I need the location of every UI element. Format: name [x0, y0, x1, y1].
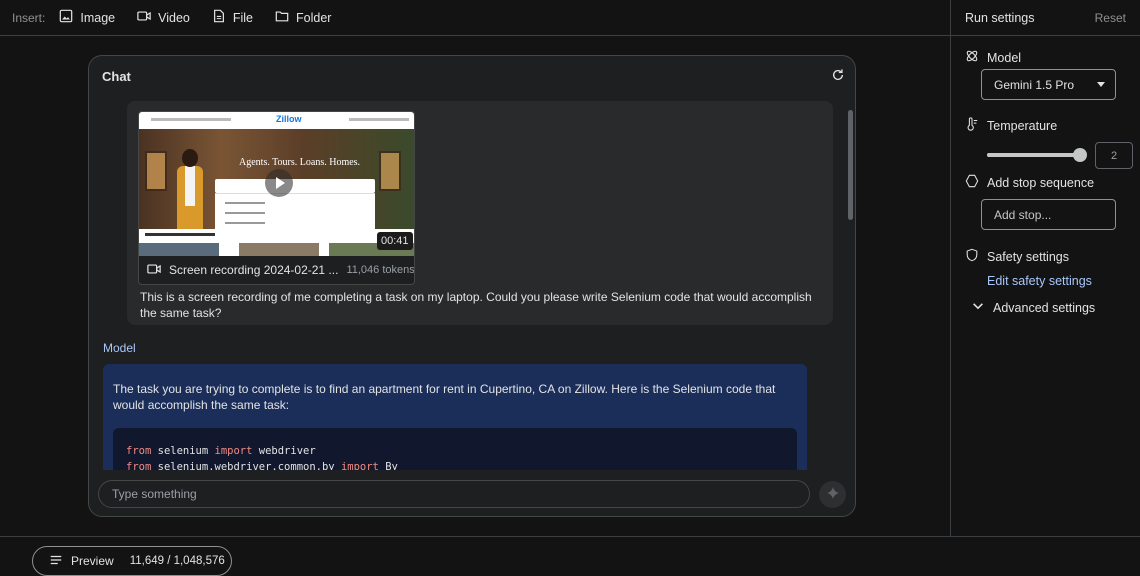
- insert-image-button[interactable]: Image: [59, 9, 115, 26]
- model-role-label: Model: [103, 341, 136, 355]
- insert-image-label: Image: [80, 10, 116, 25]
- video-icon: [137, 9, 151, 26]
- chevron-down-icon: [971, 299, 985, 316]
- run-button[interactable]: [819, 481, 846, 508]
- thumbnail-dropdown: [215, 193, 375, 229]
- insert-toolbar: Insert: Image Video File Folder: [0, 0, 950, 36]
- advanced-settings-toggle[interactable]: Advanced settings: [971, 299, 1095, 316]
- insert-video-button[interactable]: Video: [137, 9, 190, 26]
- chat-panel: Chat Zillow Agents. Tours. Loans. Homes.…: [88, 55, 856, 517]
- temperature-value[interactable]: 2: [1095, 142, 1133, 169]
- menu-lines-icon: [49, 553, 63, 570]
- chat-history[interactable]: Zillow Agents. Tours. Loans. Homes. 00:4…: [89, 100, 855, 470]
- insert-video-label: Video: [158, 10, 190, 25]
- safety-settings-label: Safety settings: [965, 248, 1069, 265]
- insert-folder-label: Folder: [296, 10, 332, 25]
- hexagon-icon: [965, 174, 979, 191]
- code-line: from selenium.webdriver.common.by import…: [126, 461, 398, 470]
- code-line: from selenium import webdriver: [126, 445, 316, 457]
- video-duration: 00:41: [377, 232, 413, 250]
- insert-file-label: File: [232, 10, 254, 25]
- insert-folder-button[interactable]: Folder: [275, 9, 331, 26]
- video-thumbnail: Zillow Agents. Tours. Loans. Homes. 00:4…: [139, 112, 414, 256]
- thumbnail-listings: [139, 229, 414, 256]
- chat-scrollbar[interactable]: [848, 110, 853, 220]
- model-message: The task you are trying to complete is t…: [103, 364, 807, 470]
- prompt-input[interactable]: [98, 480, 810, 508]
- thumbnail-person: [177, 149, 203, 229]
- user-message-text: This is a screen recording of me complet…: [140, 290, 812, 320]
- thumbnail-nav: Zillow: [139, 112, 414, 129]
- attachment-tokens: 11,046 tokens: [346, 264, 415, 276]
- insert-label: Insert:: [12, 10, 46, 25]
- sparkle-icon: [826, 486, 840, 503]
- play-icon[interactable]: [265, 169, 293, 197]
- temperature-label: Temperature: [965, 117, 1057, 134]
- thermometer-icon: [965, 117, 979, 134]
- stop-sequence-input[interactable]: [981, 199, 1116, 230]
- chevron-down-icon: [1097, 82, 1105, 87]
- video-icon: [147, 262, 161, 279]
- slider-thumb[interactable]: [1073, 148, 1087, 162]
- image-icon: [59, 9, 73, 26]
- model-message-text: The task you are trying to complete is t…: [113, 382, 776, 412]
- thumbnail-searchbox: [215, 179, 375, 193]
- temperature-slider[interactable]: [987, 148, 1087, 162]
- attachment-footer: Screen recording 2024-02-21 ... 11,046 t…: [139, 256, 414, 284]
- shield-icon: [965, 248, 979, 265]
- model-select[interactable]: Gemini 1.5 Pro: [981, 69, 1116, 100]
- token-count: 11,649 / 1,048,576: [129, 555, 225, 567]
- stop-sequence-label: Add stop sequence: [965, 174, 1094, 191]
- edit-safety-settings-link[interactable]: Edit safety settings: [987, 274, 1092, 288]
- run-settings-title: Run settings: [965, 10, 1035, 25]
- code-block: from selenium import webdriver from sele…: [113, 428, 797, 470]
- run-settings-panel: Run settings Reset Model Gemini 1.5 Pro …: [950, 0, 1140, 536]
- refresh-icon[interactable]: [831, 68, 845, 82]
- bottom-bar: Preview 11,649 / 1,048,576: [0, 536, 1140, 576]
- atom-icon: [965, 49, 979, 66]
- slider-fill: [987, 153, 1080, 157]
- run-settings-header: Run settings Reset: [951, 0, 1140, 36]
- file-icon: [212, 9, 226, 26]
- video-attachment[interactable]: Zillow Agents. Tours. Loans. Homes. 00:4…: [138, 111, 415, 285]
- zillow-logo: Zillow: [276, 114, 302, 124]
- model-select-value: Gemini 1.5 Pro: [994, 77, 1075, 92]
- preview-button[interactable]: Preview 11,649 / 1,048,576: [32, 546, 232, 576]
- model-setting-label: Model: [965, 49, 1021, 66]
- folder-icon: [275, 9, 289, 26]
- thumbnail-headline: Agents. Tours. Loans. Homes.: [239, 157, 361, 168]
- preview-label: Preview: [71, 554, 114, 568]
- user-message: Zillow Agents. Tours. Loans. Homes. 00:4…: [127, 101, 833, 325]
- attachment-name: Screen recording 2024-02-21 ...: [169, 263, 339, 277]
- chat-title: Chat: [102, 69, 131, 84]
- reset-button[interactable]: Reset: [1095, 11, 1126, 25]
- insert-file-button[interactable]: File: [212, 9, 253, 26]
